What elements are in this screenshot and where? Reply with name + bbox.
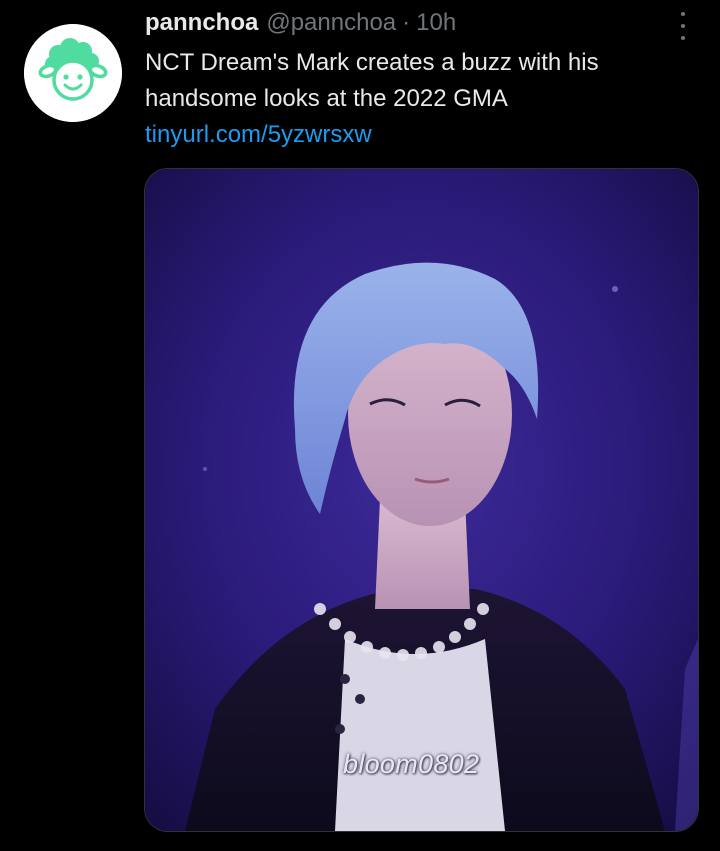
- tweet-text-line: handsome looks at the 2022 GMA: [145, 85, 508, 112]
- tweet[interactable]: pannchoa @pannchoa · 10h NCT Dream's Mar…: [0, 0, 720, 851]
- tweet-text-line: NCT Dream's Mark creates a buzz with his: [145, 49, 599, 76]
- more-dot: [681, 12, 685, 16]
- tweet-link[interactable]: tinyurl.com/5yzwrsxw: [145, 121, 372, 148]
- display-name[interactable]: pannchoa: [145, 6, 258, 40]
- tweet-header: pannchoa @pannchoa · 10h: [145, 6, 456, 40]
- separator-dot: ·: [402, 9, 411, 36]
- avatar[interactable]: [24, 24, 122, 122]
- more-dot: [681, 36, 685, 40]
- timestamp[interactable]: 10h: [416, 6, 456, 40]
- more-options-icon[interactable]: [670, 12, 696, 40]
- user-handle[interactable]: @pannchoa: [266, 6, 396, 40]
- tweet-media-photo[interactable]: bloom0802: [144, 168, 699, 832]
- tweet-text: NCT Dream's Mark creates a buzz with his…: [145, 45, 690, 153]
- more-dot: [681, 24, 685, 28]
- concert-photo-image: [145, 169, 698, 831]
- photo-watermark: bloom0802: [343, 749, 480, 779]
- sheep-logo-icon: [24, 24, 122, 122]
